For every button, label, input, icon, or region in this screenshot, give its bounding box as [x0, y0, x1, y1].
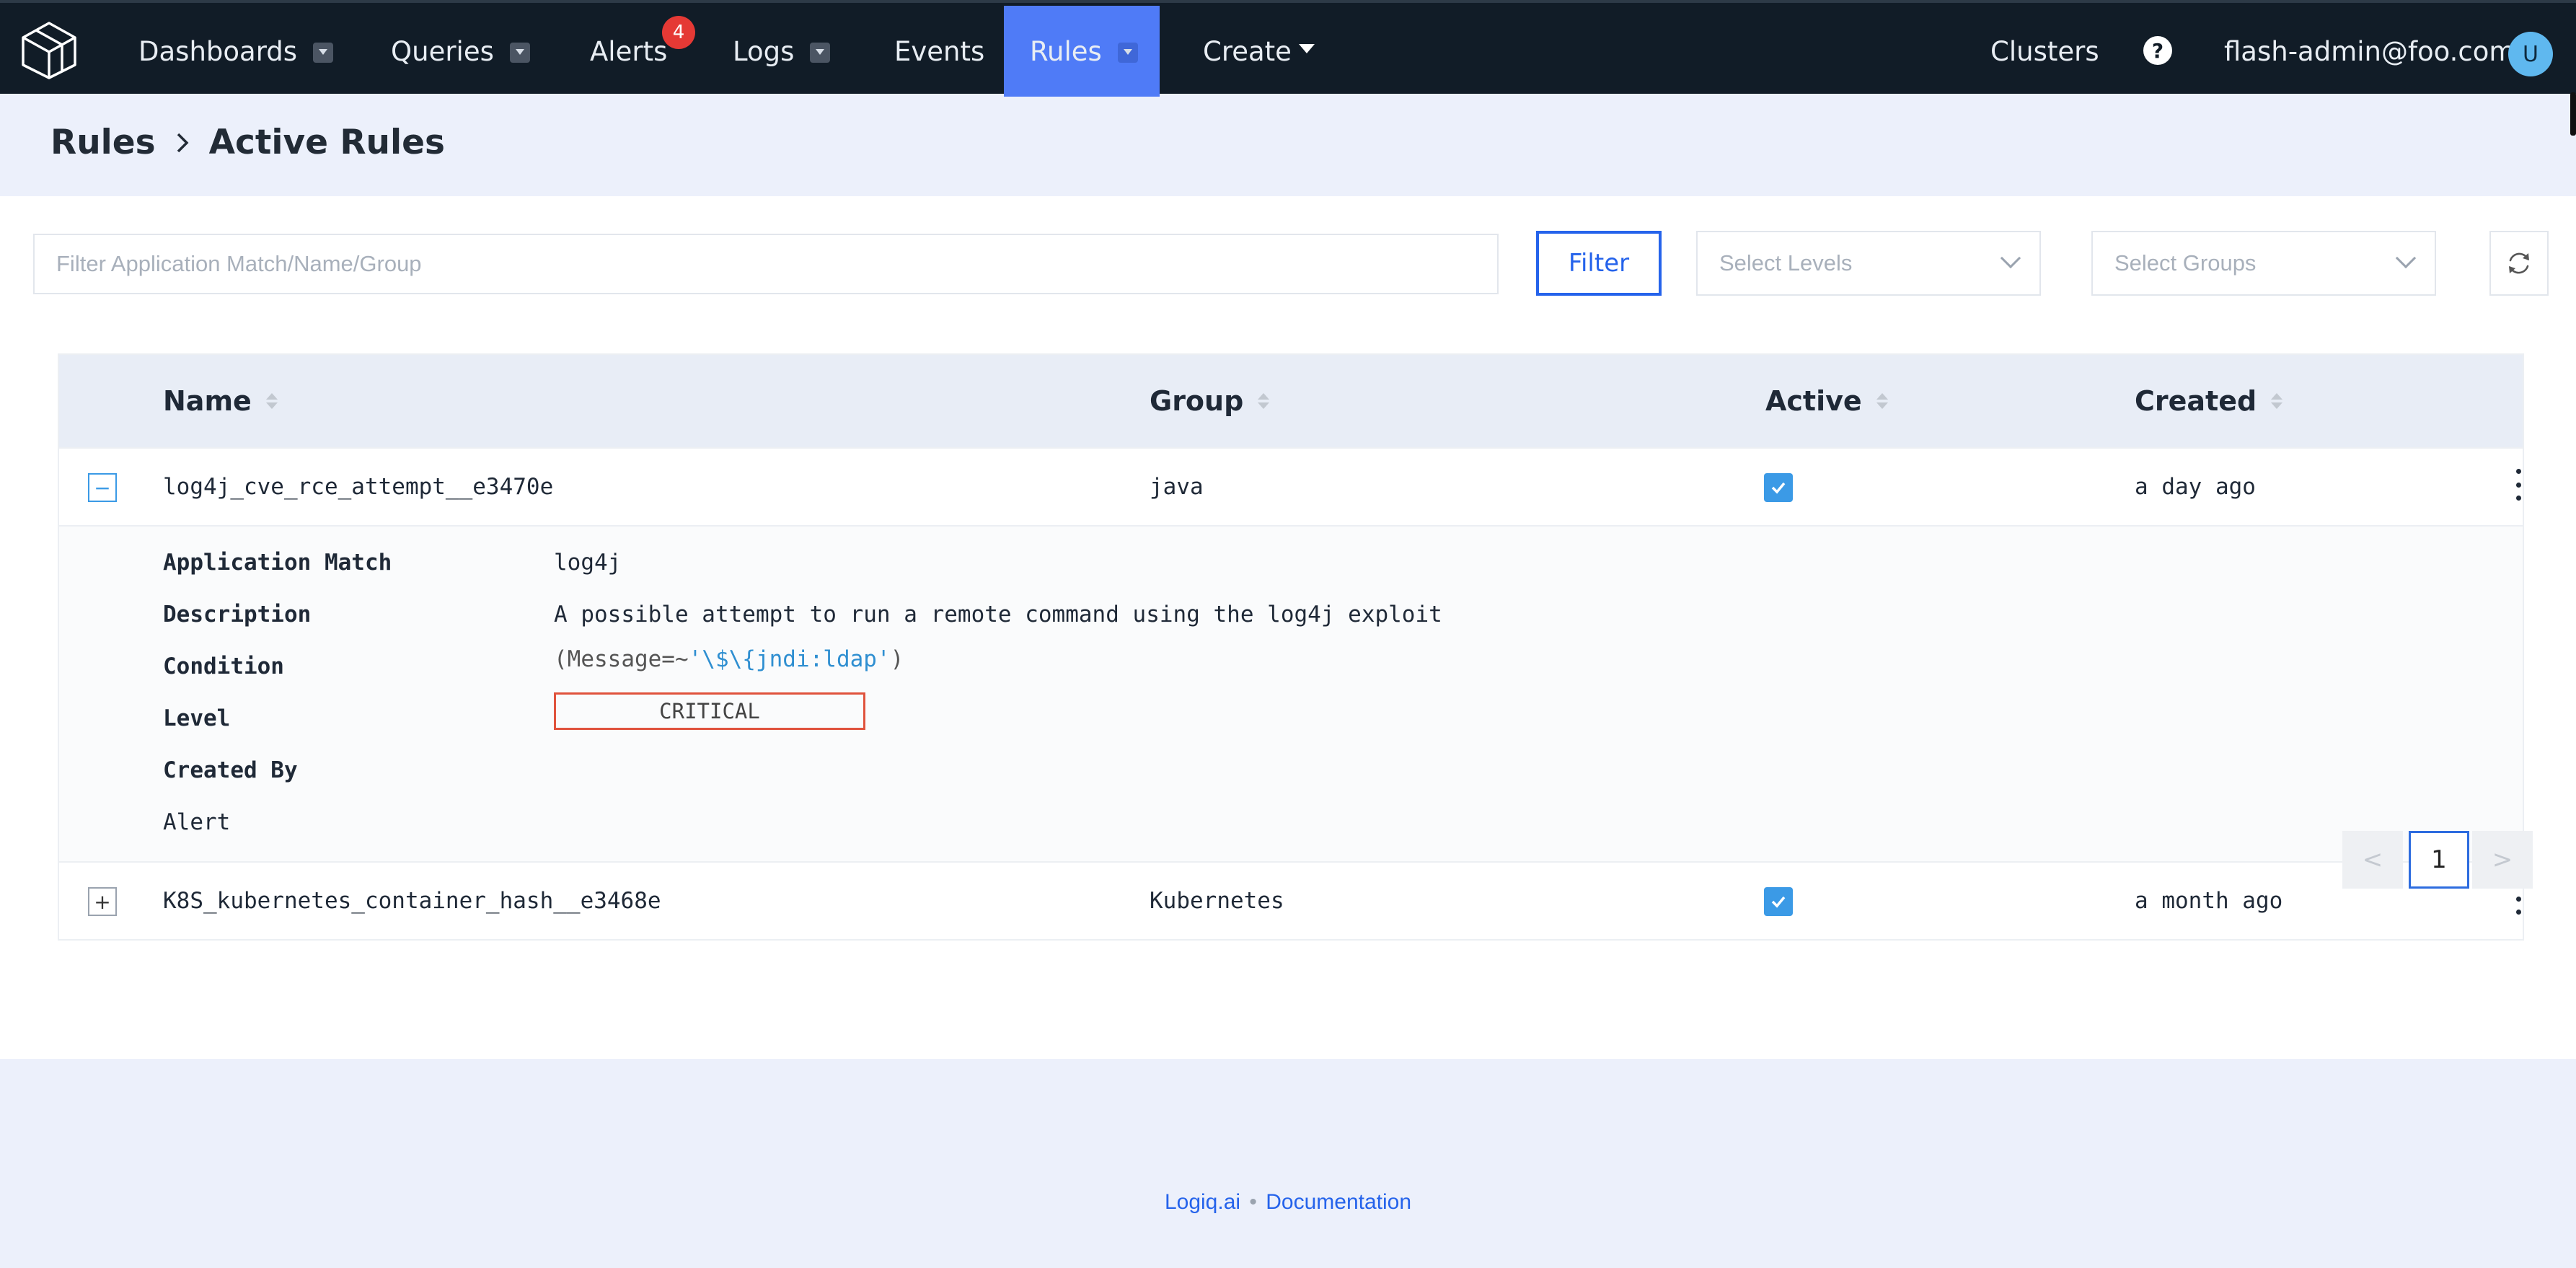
pagination-page-1[interactable]: 1 [2409, 831, 2469, 889]
sort-icon[interactable] [1258, 393, 1270, 409]
rule-detail-panel: Application Match log4j Description A po… [59, 525, 2523, 861]
nav-alerts[interactable]: Alerts [590, 6, 667, 97]
nav-clusters-label: Clusters [1990, 35, 2099, 67]
breadcrumb-current: Active Rules [208, 123, 445, 162]
nav-rules-label: Rules [1030, 35, 1102, 67]
filter-search-input[interactable]: Filter Application Match/Name/Group [33, 234, 1499, 294]
refresh-icon [2509, 252, 2529, 274]
nav-clusters[interactable]: Clusters [1990, 6, 2099, 97]
footer-logiq-link[interactable]: Logiq.ai [1165, 1190, 1240, 1214]
rules-card: Filter Application Match/Name/Group Filt… [0, 196, 2576, 1059]
column-header-name-label: Name [163, 385, 252, 417]
dropdown-caret-icon[interactable] [313, 43, 334, 63]
rule-created: a day ago [2135, 474, 2256, 500]
nav-events-label: Events [894, 35, 985, 67]
sort-icon[interactable] [1876, 393, 1888, 409]
scrollbar-thumb[interactable] [2570, 92, 2576, 136]
rule-name: log4j_cve_rce_attempt__e3470e [163, 474, 554, 500]
column-header-created-label: Created [2135, 385, 2257, 417]
column-header-group-label: Group [1150, 385, 1244, 417]
level-badge: CRITICAL [554, 692, 865, 730]
alert-label: Alert [163, 809, 231, 835]
footer-separator: • [1249, 1190, 1257, 1214]
table-row[interactable]: + K8S_kubernetes_container_hash__e3468e … [59, 861, 2523, 939]
nav-queries-label: Queries [391, 35, 494, 67]
chevron-down-icon [2395, 247, 2417, 269]
app-match-value: log4j [554, 550, 622, 576]
dropdown-caret-icon[interactable] [810, 43, 831, 63]
rule-created: a month ago [2135, 888, 2283, 914]
chevron-down-icon [2000, 247, 2021, 269]
condition-value: (Message=~'\$\{jndi:ldap') [554, 646, 904, 672]
column-header-name[interactable]: Name [163, 355, 278, 447]
nav-logs[interactable]: Logs [733, 6, 831, 97]
active-checkbox[interactable] [1764, 887, 1793, 916]
dropdown-caret-icon[interactable] [1117, 43, 1138, 63]
caret-down-icon [1298, 43, 1315, 53]
active-checkbox[interactable] [1764, 473, 1793, 502]
logiq-logo-icon[interactable] [19, 20, 79, 81]
select-levels-placeholder: Select Levels [1719, 250, 1853, 276]
check-icon [1771, 482, 1786, 494]
sort-icon[interactable] [2271, 393, 2283, 409]
chevron-right-icon [177, 133, 189, 152]
breadcrumb-root[interactable]: Rules [50, 123, 156, 162]
expand-row-button[interactable]: + [88, 887, 117, 916]
more-options-icon[interactable] [2511, 469, 2526, 501]
rule-name: K8S_kubernetes_container_hash__e3468e [163, 888, 661, 914]
select-levels-dropdown[interactable]: Select Levels [1696, 231, 2041, 296]
nav-create[interactable]: Create [1203, 6, 1315, 97]
select-groups-placeholder: Select Groups [2114, 250, 2257, 276]
nav-rules[interactable]: Rules [1004, 6, 1160, 97]
top-navbar: Dashboards Queries Alerts 4 Logs Events … [0, 0, 2576, 97]
collapse-row-button[interactable]: − [88, 473, 117, 502]
description-label: Description [163, 602, 312, 628]
rule-group: Kubernetes [1150, 888, 1284, 914]
nav-queries[interactable]: Queries [391, 6, 530, 97]
app-match-label: Application Match [163, 550, 392, 576]
nav-events[interactable]: Events [894, 6, 984, 97]
sort-icon[interactable] [265, 393, 278, 409]
condition-suffix: ) [890, 646, 904, 672]
pagination-prev-button[interactable]: < [2342, 831, 2403, 889]
select-groups-dropdown[interactable]: Select Groups [2091, 231, 2436, 296]
help-icon[interactable]: ? [2143, 36, 2172, 65]
pagination-next-button[interactable]: > [2472, 831, 2533, 889]
nav-logs-label: Logs [733, 35, 795, 67]
condition-prefix: (Message=~ [554, 646, 689, 672]
column-header-created[interactable]: Created [2135, 355, 2283, 447]
condition-label: Condition [163, 653, 284, 679]
refresh-button[interactable] [2489, 231, 2549, 296]
nav-dashboards[interactable]: Dashboards [138, 6, 334, 97]
filter-button[interactable]: Filter [1536, 231, 1662, 296]
nav-alerts-label: Alerts [590, 35, 668, 67]
user-menu[interactable]: flash-admin@foo.com [2224, 6, 2515, 97]
column-header-active-label: Active [1765, 385, 1862, 417]
check-icon [1771, 896, 1786, 908]
column-header-group[interactable]: Group [1150, 355, 1270, 447]
user-email: flash-admin@foo.com [2224, 35, 2515, 67]
column-header-active[interactable]: Active [1765, 355, 1888, 447]
table-header: Name Group Active Created [59, 355, 2523, 447]
created-by-label: Created By [163, 757, 298, 783]
condition-string: '\$\{jndi:ldap' [688, 646, 891, 672]
footer: Logiq.ai • Documentation [0, 1190, 2576, 1215]
nav-dashboards-label: Dashboards [138, 35, 298, 67]
alerts-count-badge: 4 [662, 16, 695, 49]
avatar[interactable]: U [2508, 32, 2553, 76]
footer-documentation-link[interactable]: Documentation [1266, 1190, 1411, 1214]
description-value: A possible attempt to run a remote comma… [554, 602, 1442, 628]
level-label: Level [163, 705, 231, 731]
nav-create-label: Create [1203, 35, 1292, 67]
table-row[interactable]: − log4j_cve_rce_attempt__e3470e java a d… [59, 447, 2523, 525]
rule-group: java [1150, 474, 1204, 500]
dropdown-caret-icon[interactable] [509, 43, 530, 63]
breadcrumb: Rules Active Rules [50, 123, 445, 162]
rules-table: Name Group Active Created − log4j_cve_rc… [58, 353, 2524, 941]
